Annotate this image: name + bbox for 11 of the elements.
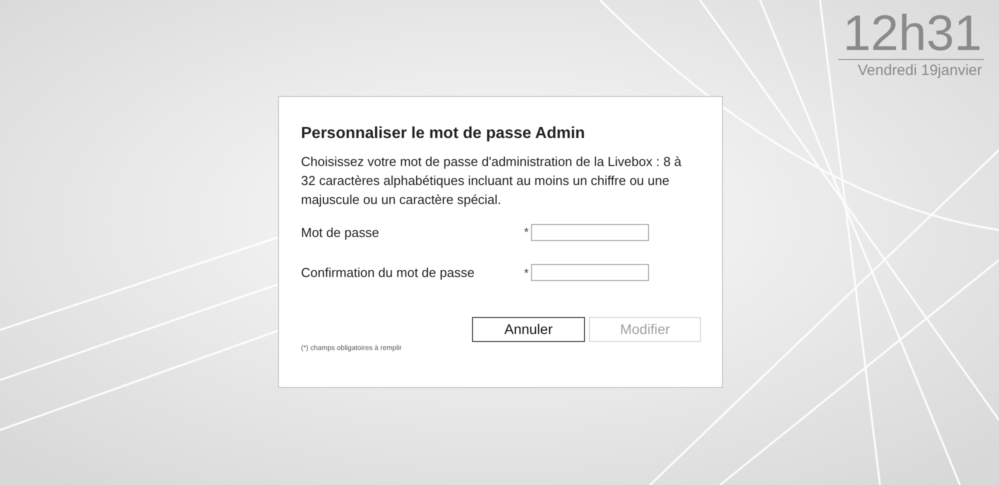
field-label: Mot de passe <box>301 224 380 242</box>
clock-time: 12h31 <box>842 8 983 58</box>
dialog-button[interactable]: Annuler <box>472 316 585 342</box>
required-mark: * <box>524 224 529 242</box>
dialog-description: Choisissez votre mot de passe d'administration de la Livebox : 8 à 32 caractères alphabétiques incluant au moins un chiffre ou une majuscule ou un caractère spécial. <box>301 152 682 208</box>
clock-date: Vendredi 19janvier <box>858 61 983 81</box>
required-mark: * <box>524 264 529 282</box>
password-field[interactable] <box>530 224 649 241</box>
field-label: Confirmation du mot de passe <box>301 264 476 282</box>
dialog-title: Personnaliser le mot de passe Admin <box>301 124 586 144</box>
password-field[interactable] <box>530 264 649 282</box>
